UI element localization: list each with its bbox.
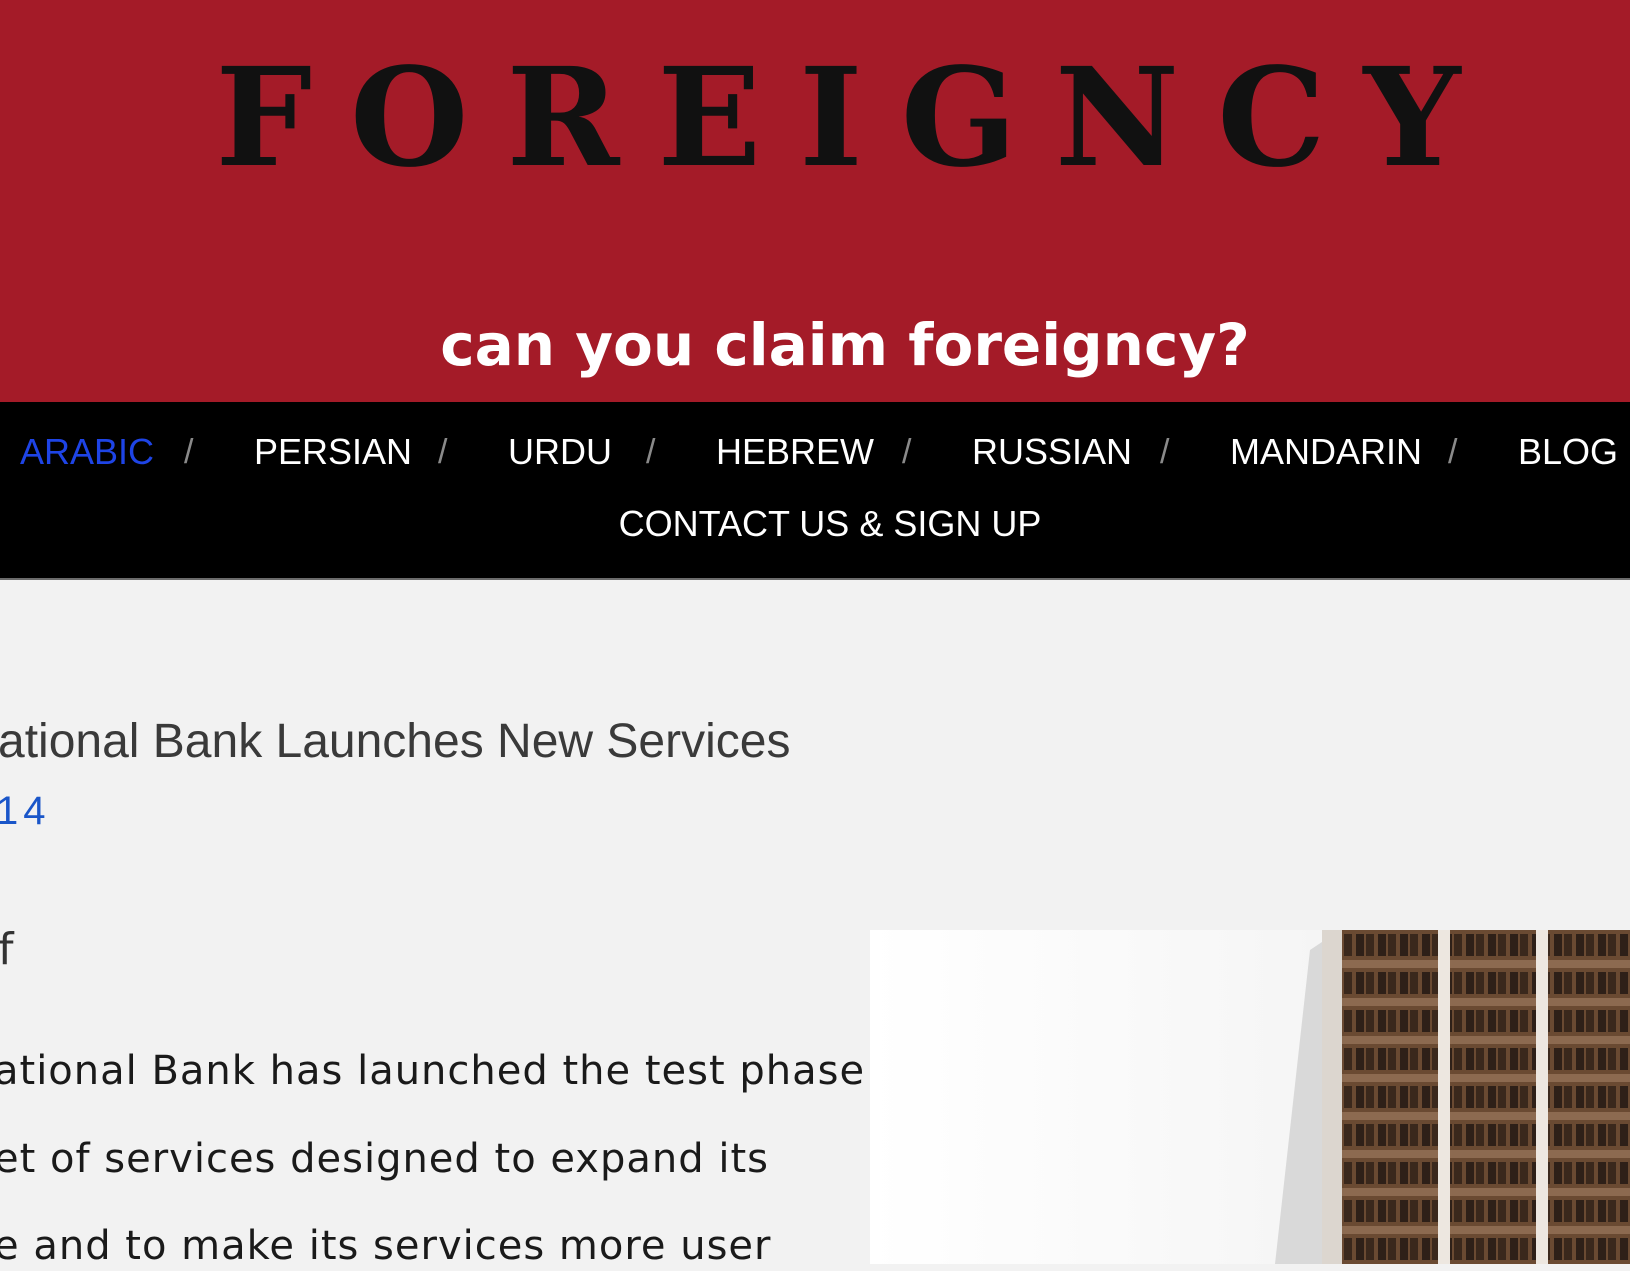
post-paragraph-line: ational Bank has launched the test phase <box>0 1048 866 1094</box>
nav-item-russian[interactable]: RUSSIAN <box>972 430 1132 474</box>
post-paragraph-line: et of services designed to expand its <box>0 1136 769 1182</box>
nav-separator: / <box>184 433 194 471</box>
nav-separator: / <box>902 433 912 471</box>
building-image <box>870 930 1630 1264</box>
post-title[interactable]: ational Bank Launches New Services <box>0 712 790 772</box>
nav-separator: / <box>1448 433 1458 471</box>
nav-item-persian[interactable]: PERSIAN <box>254 430 412 474</box>
nav-item-contact-signup[interactable]: CONTACT US & SIGN UP <box>619 502 1042 546</box>
nav-second-row: CONTACT US & SIGN UP <box>0 502 1630 546</box>
site-header: FOREIGNCY can you claim foreigncy? <box>0 0 1630 402</box>
nav-separator: / <box>438 433 448 471</box>
post-photo-bank-building <box>870 930 1630 1264</box>
nav-item-hebrew[interactable]: HEBREW <box>716 430 874 474</box>
nav-item-mandarin[interactable]: MANDARIN <box>1230 430 1422 474</box>
nav-separator: / <box>1160 433 1170 471</box>
main-navigation: ARABIC / PERSIAN / URDU / HEBREW / RUSSI… <box>0 402 1630 580</box>
nav-item-blog[interactable]: BLOG <box>1518 430 1618 474</box>
nav-separator: / <box>646 433 656 471</box>
nav-item-arabic[interactable]: ARABIC <box>20 430 154 474</box>
site-logo[interactable]: FOREIGNCY <box>42 38 1630 198</box>
post-date-link[interactable]: 14 <box>0 786 51 836</box>
nav-item-urdu[interactable]: URDU <box>508 430 612 474</box>
site-tagline: can you claim foreigncy? <box>440 311 1250 379</box>
post-byline: f <box>0 924 14 975</box>
